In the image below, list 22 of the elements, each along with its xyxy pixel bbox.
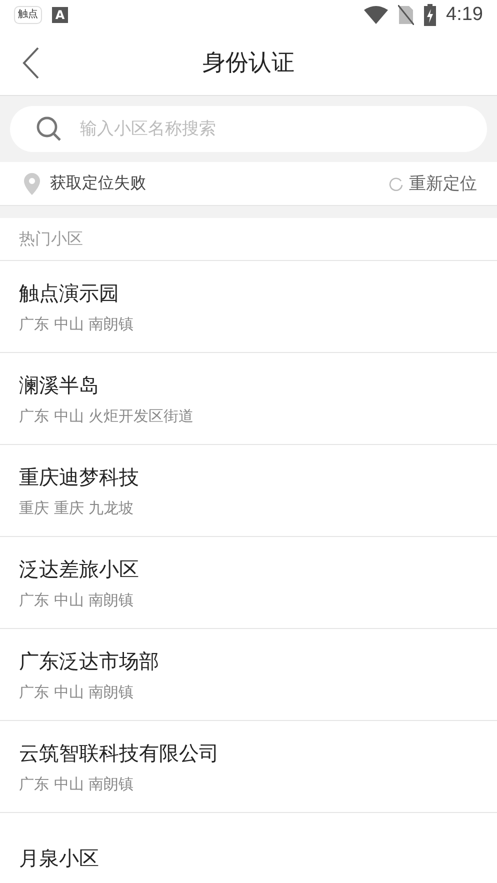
battery-charging-icon: [424, 4, 436, 26]
back-icon[interactable]: [22, 47, 40, 79]
location-pin-icon: [24, 172, 40, 194]
section-header: 热门小区: [0, 218, 497, 261]
community-item[interactable]: 月泉小区: [0, 813, 497, 883]
status-time: 4:19: [446, 4, 483, 26]
community-item[interactable]: 广东泛达市场部 广东 中山 南朗镇: [0, 629, 497, 721]
community-item[interactable]: 泛达差旅小区 广东 中山 南朗镇: [0, 537, 497, 629]
refresh-icon: [389, 176, 403, 190]
community-item[interactable]: 重庆迪梦科技 重庆 重庆 九龙坡: [0, 445, 497, 537]
relocate-button[interactable]: 重新定位: [389, 172, 477, 195]
no-sim-icon: [398, 5, 414, 25]
app-icon: 触点: [14, 6, 42, 24]
community-item[interactable]: 触点演示园 广东 中山 南朗镇: [0, 261, 497, 353]
community-item[interactable]: 云筑智联科技有限公司 广东 中山 南朗镇: [0, 721, 497, 813]
community-item[interactable]: 澜溪半岛 广东 中山 火炬开发区街道: [0, 353, 497, 445]
wifi-icon: [364, 6, 388, 24]
location-status: 获取定位失败: [50, 173, 146, 194]
search-field[interactable]: 输入小区名称搜索: [10, 106, 487, 152]
page-title: 身份认证: [202, 49, 294, 78]
notification-icon: A: [52, 7, 68, 23]
search-icon: [36, 116, 62, 142]
